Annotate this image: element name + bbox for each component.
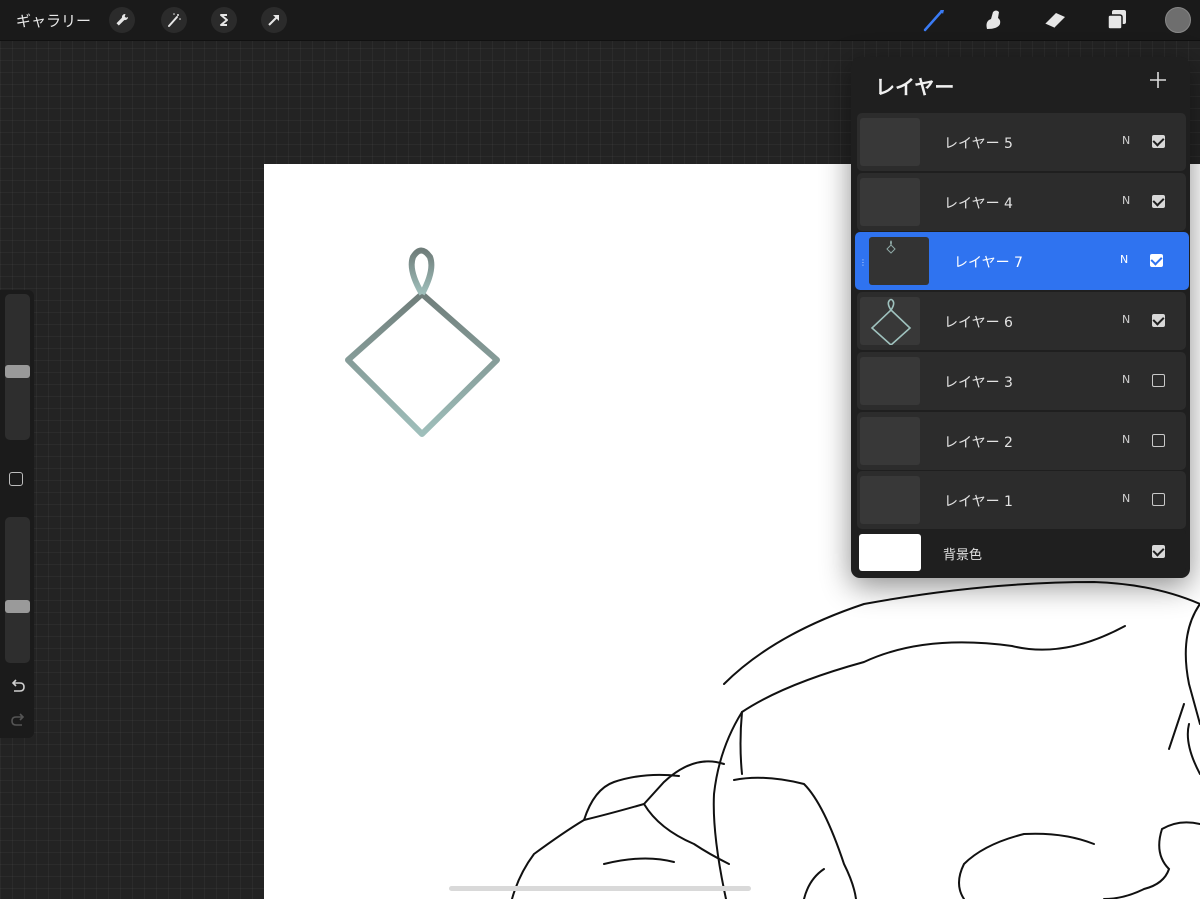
layer-name: 背景色	[943, 548, 983, 563]
layer-row-1[interactable]: レイヤー 1 N	[857, 471, 1186, 529]
layer-row-5[interactable]: レイヤー 5 N	[857, 113, 1186, 171]
layer-row-4[interactable]: レイヤー 4 N	[857, 173, 1186, 231]
blend-mode-button[interactable]: N	[1122, 373, 1130, 386]
layer-name: レイヤー 7	[954, 255, 1023, 271]
visibility-checkbox[interactable]	[1152, 374, 1165, 387]
transform-arrow-icon[interactable]	[261, 7, 287, 33]
layer-thumbnail	[860, 417, 920, 465]
home-indicator	[449, 886, 751, 891]
left-sidebar	[0, 290, 34, 738]
layer-thumbnail	[860, 476, 920, 524]
brush-size-slider-thumb[interactable]	[5, 365, 30, 378]
layer-name: レイヤー 1	[944, 494, 1013, 510]
blend-mode-button[interactable]: N	[1120, 253, 1128, 266]
undo-icon[interactable]	[9, 679, 27, 695]
gallery-button[interactable]: ギャラリー	[16, 10, 91, 31]
selection-icon[interactable]	[211, 7, 237, 33]
opacity-slider-thumb[interactable]	[5, 600, 30, 613]
layer-name: レイヤー 2	[944, 435, 1013, 451]
actions-wrench-icon[interactable]	[109, 7, 135, 33]
brush-icon[interactable]	[920, 6, 948, 34]
panel-title: レイヤー	[875, 75, 955, 99]
layer-row-7-selected[interactable]: ⋮ レイヤー 7 N	[855, 232, 1189, 290]
blend-mode-button[interactable]: N	[1122, 492, 1130, 505]
layer-row-3[interactable]: レイヤー 3 N	[857, 352, 1186, 410]
background-color-swatch[interactable]	[859, 534, 921, 571]
line-art-drawing	[511, 580, 1200, 899]
visibility-checkbox[interactable]	[1152, 493, 1165, 506]
layer-row-2[interactable]: レイヤー 2 N	[857, 412, 1186, 470]
visibility-checkbox[interactable]	[1152, 135, 1165, 148]
layer-name: レイヤー 4	[944, 196, 1013, 212]
redo-icon[interactable]	[9, 713, 27, 729]
smudge-icon[interactable]	[980, 6, 1008, 34]
layer-thumbnail	[860, 118, 920, 166]
adjustments-magic-wand-icon[interactable]	[161, 7, 187, 33]
blend-mode-button[interactable]: N	[1122, 313, 1130, 326]
opacity-slider[interactable]	[5, 517, 30, 663]
diamond-ornament-drawing	[345, 247, 500, 437]
layer-name: レイヤー 5	[944, 136, 1013, 152]
blend-mode-button[interactable]: N	[1122, 433, 1130, 446]
plus-icon[interactable]	[1147, 69, 1169, 91]
drag-handle[interactable]: ⋮	[859, 258, 867, 267]
visibility-checkbox[interactable]	[1150, 254, 1163, 267]
background-color-layer[interactable]: 背景色	[857, 529, 1186, 573]
layer-thumbnail	[860, 297, 920, 345]
layer-thumbnail	[869, 237, 929, 285]
layers-panel: レイヤー レイヤー 5 N レイヤー 4 N ⋮ レイヤー 7 N レイヤー 6…	[851, 57, 1190, 578]
visibility-checkbox[interactable]	[1152, 314, 1165, 327]
blend-mode-button[interactable]: N	[1122, 194, 1130, 207]
layer-name: レイヤー 3	[944, 375, 1013, 391]
layer-row-6[interactable]: レイヤー 6 N	[857, 292, 1186, 350]
visibility-checkbox[interactable]	[1152, 195, 1165, 208]
visibility-checkbox[interactable]	[1152, 434, 1165, 447]
modify-button[interactable]	[9, 472, 23, 486]
top-toolbar: ギャラリー	[0, 0, 1200, 41]
color-picker-button[interactable]	[1165, 7, 1191, 33]
layer-thumbnail	[860, 357, 920, 405]
layers-icon[interactable]	[1103, 6, 1131, 34]
layer-thumbnail	[860, 178, 920, 226]
visibility-checkbox[interactable]	[1152, 545, 1165, 558]
blend-mode-button[interactable]: N	[1122, 134, 1130, 147]
layer-name: レイヤー 6	[944, 315, 1013, 331]
eraser-icon[interactable]	[1041, 6, 1069, 34]
